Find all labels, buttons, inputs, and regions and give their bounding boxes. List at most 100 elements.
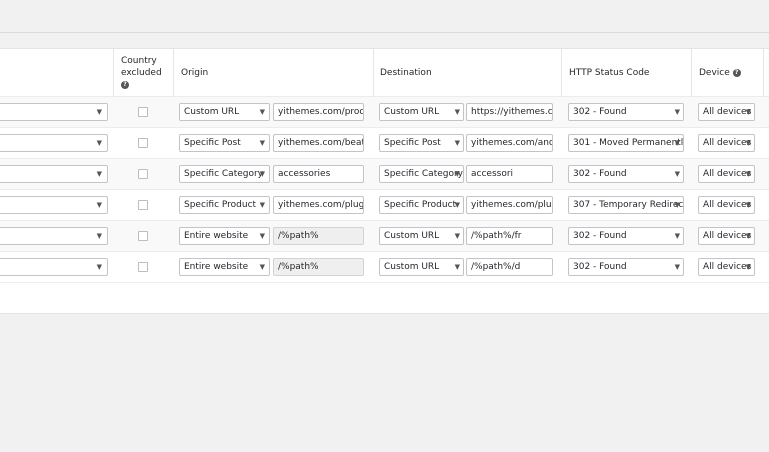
destination-type-select[interactable]: Custom URL ▼: [379, 103, 464, 121]
origin-type-value: Specific Product: [184, 200, 257, 210]
device-select[interactable]: All devices ▼: [698, 134, 755, 152]
origin-value-input[interactable]: /%path%: [273, 227, 364, 245]
destination-value-input[interactable]: /%path%/fr: [466, 227, 553, 245]
caret-down-icon: ▼: [674, 263, 680, 271]
country-select[interactable]: ▼: [0, 227, 108, 245]
device-select[interactable]: All devices ▼: [698, 103, 755, 121]
origin-type-select[interactable]: Entire website ▼: [179, 258, 270, 276]
caret-down-icon: ▼: [674, 108, 680, 116]
origin-type-select[interactable]: Specific Product ▼: [179, 196, 270, 214]
country-excluded-checkbox[interactable]: [138, 231, 148, 241]
origin-type-value: Entire website: [184, 262, 249, 272]
http-status-select[interactable]: 302 - Found ▼: [568, 103, 684, 121]
destination-value-input[interactable]: /%path%/d: [466, 258, 553, 276]
country-select[interactable]: ▼: [0, 196, 108, 214]
origin-value-input[interactable]: /%path%: [273, 258, 364, 276]
origin-value-input[interactable]: yithemes.com/plugin: [273, 196, 364, 214]
help-icon[interactable]: ?: [732, 68, 741, 77]
country-excluded-checkbox[interactable]: [138, 169, 148, 179]
http-status-value: 307 - Temporary Redirect: [573, 200, 683, 210]
destination-value-input[interactable]: yithemes.com/plugi: [466, 196, 553, 214]
header-separator: [561, 49, 562, 96]
http-status-select[interactable]: 302 - Found ▼: [568, 165, 684, 183]
origin-type-value: Entire website: [184, 231, 249, 241]
header-separator: [173, 49, 174, 96]
caret-down-icon: ▼: [745, 263, 751, 271]
header-country-excluded: Country excluded ?: [121, 55, 165, 91]
destination-type-select[interactable]: Custom URL ▼: [379, 227, 464, 245]
device-select[interactable]: All devices ▼: [698, 258, 755, 276]
destination-type-value: Custom URL: [384, 107, 440, 117]
header-destination: Destination: [380, 68, 432, 78]
destination-type-value: Specific Product: [384, 200, 457, 210]
caret-down-icon: ▼: [96, 108, 102, 116]
country-select[interactable]: ▼: [0, 258, 108, 276]
caret-down-icon: ▼: [259, 232, 265, 240]
country-excluded-checkbox[interactable]: [138, 107, 148, 117]
origin-type-select[interactable]: Custom URL ▼: [179, 103, 270, 121]
header-separator: [373, 49, 374, 96]
destination-type-value: Custom URL: [384, 231, 440, 241]
destination-value-text: yithemes.com/plugi: [471, 200, 552, 210]
caret-down-icon: ▼: [745, 108, 751, 116]
http-status-value: 302 - Found: [573, 107, 627, 117]
origin-value-text: accessories: [278, 169, 331, 179]
destination-type-select[interactable]: Specific Product ▼: [379, 196, 464, 214]
caret-down-icon: ▼: [96, 232, 102, 240]
top-divider: [0, 32, 769, 33]
origin-type-value: Specific Post: [184, 138, 241, 148]
http-status-value: 302 - Found: [573, 169, 627, 179]
http-status-select[interactable]: 302 - Found ▼: [568, 258, 684, 276]
caret-down-icon: ▼: [96, 170, 102, 178]
origin-type-value: Custom URL: [184, 107, 240, 117]
country-excluded-checkbox[interactable]: [138, 200, 148, 210]
country-select[interactable]: ▼: [0, 134, 108, 152]
origin-value-input[interactable]: yithemes.com/beatif: [273, 134, 364, 152]
caret-down-icon: ▼: [674, 170, 680, 178]
device-select[interactable]: All devices ▼: [698, 165, 755, 183]
origin-type-value: Specific Category: [184, 169, 264, 179]
destination-value-input[interactable]: https://yithemes.co: [466, 103, 553, 121]
http-status-select[interactable]: 307 - Temporary Redirect ▼: [568, 196, 684, 214]
help-icon[interactable]: ?: [121, 80, 129, 89]
header-origin: Origin: [181, 68, 209, 78]
destination-type-value: Specific Category: [384, 169, 463, 179]
http-status-select[interactable]: 301 - Moved Permanently ▼: [568, 134, 684, 152]
caret-down-icon: ▼: [745, 232, 751, 240]
header-country-excluded-label: Country excluded: [121, 56, 162, 78]
http-status-value: 302 - Found: [573, 262, 627, 272]
origin-type-select[interactable]: Entire website ▼: [179, 227, 270, 245]
header-http-status: HTTP Status Code: [569, 68, 650, 78]
caret-down-icon: ▼: [96, 201, 102, 209]
country-excluded-checkbox[interactable]: [138, 262, 148, 272]
destination-type-select[interactable]: Specific Post ▼: [379, 134, 464, 152]
destination-value-input[interactable]: accessori: [466, 165, 553, 183]
origin-value-input[interactable]: accessories: [273, 165, 364, 183]
destination-value-text: /%path%/fr: [471, 231, 522, 241]
destination-value-input[interactable]: yithemes.com/anot: [466, 134, 553, 152]
caret-down-icon: ▼: [745, 170, 751, 178]
http-status-select[interactable]: 302 - Found ▼: [568, 227, 684, 245]
header-device-label: Device: [699, 68, 730, 78]
country-excluded-checkbox[interactable]: [138, 138, 148, 148]
caret-down-icon: ▼: [454, 263, 460, 271]
device-select[interactable]: All devices ▼: [698, 196, 755, 214]
country-select[interactable]: ▼: [0, 103, 108, 121]
origin-value-input[interactable]: yithemes.com/produ: [273, 103, 364, 121]
caret-down-icon: ▼: [674, 139, 680, 147]
destination-value-text: /%path%/d: [471, 262, 521, 272]
http-status-value: 302 - Found: [573, 231, 627, 241]
origin-type-select[interactable]: Specific Category ▼: [179, 165, 270, 183]
caret-down-icon: ▼: [259, 139, 265, 147]
caret-down-icon: ▼: [454, 170, 460, 178]
destination-type-select[interactable]: Specific Category ▼: [379, 165, 464, 183]
destination-type-value: Custom URL: [384, 262, 440, 272]
device-select[interactable]: All devices ▼: [698, 227, 755, 245]
destination-value-text: https://yithemes.co: [471, 107, 552, 117]
caret-down-icon: ▼: [745, 201, 751, 209]
origin-value-text: yithemes.com/produ: [278, 107, 363, 117]
country-select[interactable]: ▼: [0, 165, 108, 183]
origin-type-select[interactable]: Specific Post ▼: [179, 134, 270, 152]
destination-type-select[interactable]: Custom URL ▼: [379, 258, 464, 276]
header-separator: [763, 49, 764, 96]
